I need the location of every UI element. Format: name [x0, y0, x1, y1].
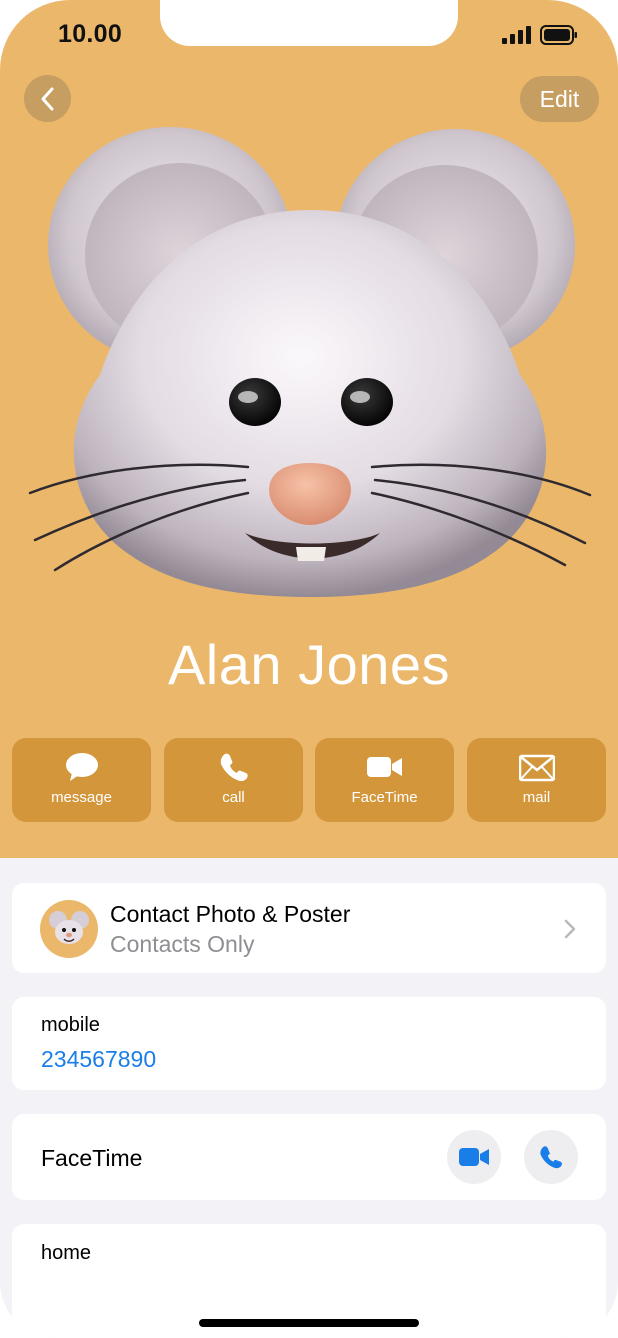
mouse-avatar-icon [49, 911, 89, 944]
message-button[interactable]: message [12, 738, 151, 822]
facetime-audio-button[interactable] [524, 1130, 578, 1184]
phone-icon [220, 753, 248, 782]
poster-subtitle: Contacts Only [110, 931, 255, 957]
poster-title: Contact Photo & Poster [110, 901, 351, 927]
contact-screen: 10.00 Edit Alan Jones message call FaceT… [0, 0, 618, 1338]
phone-label: mobile [41, 1014, 100, 1036]
call-button[interactable]: call [164, 738, 303, 822]
facetime-row: FaceTime [12, 1114, 606, 1200]
address-label: home [41, 1242, 92, 1264]
facetime-label: FaceTime [351, 789, 418, 806]
video-camera-icon [459, 1148, 489, 1166]
message-bubble-icon [65, 753, 98, 781]
facetime-row-label: FaceTime [41, 1145, 143, 1171]
facetime-video-button[interactable] [447, 1130, 501, 1184]
chevron-left-icon [41, 87, 53, 110]
phone-number-row[interactable]: mobile 234567890 [12, 997, 606, 1090]
device-notch [160, 0, 458, 46]
status-time: 10.00 [58, 20, 123, 48]
phone-icon [540, 1146, 562, 1169]
battery-icon [540, 25, 577, 45]
phone-number[interactable]: 234567890 [41, 1046, 156, 1073]
poster-thumbnail [40, 900, 98, 958]
contact-photo-poster-row[interactable]: Contact Photo & Poster Contacts Only [12, 883, 606, 973]
contact-name: Alan Jones [167, 633, 451, 696]
contact-poster-header: 10.00 Edit Alan Jones message call FaceT… [0, 0, 618, 858]
envelope-icon [518, 754, 555, 782]
cellular-signal-icon [502, 26, 531, 44]
home-indicator[interactable] [199, 1319, 419, 1327]
mouse-memoji-avatar [28, 127, 592, 597]
quick-actions: message call FaceTime mail [12, 738, 606, 822]
facetime-button[interactable]: FaceTime [315, 738, 454, 822]
video-camera-icon [366, 757, 402, 777]
message-label: message [51, 789, 112, 806]
chevron-right-icon [564, 919, 576, 939]
mail-button[interactable]: mail [467, 738, 606, 822]
call-label: call [222, 789, 245, 806]
mail-label: mail [522, 789, 551, 806]
